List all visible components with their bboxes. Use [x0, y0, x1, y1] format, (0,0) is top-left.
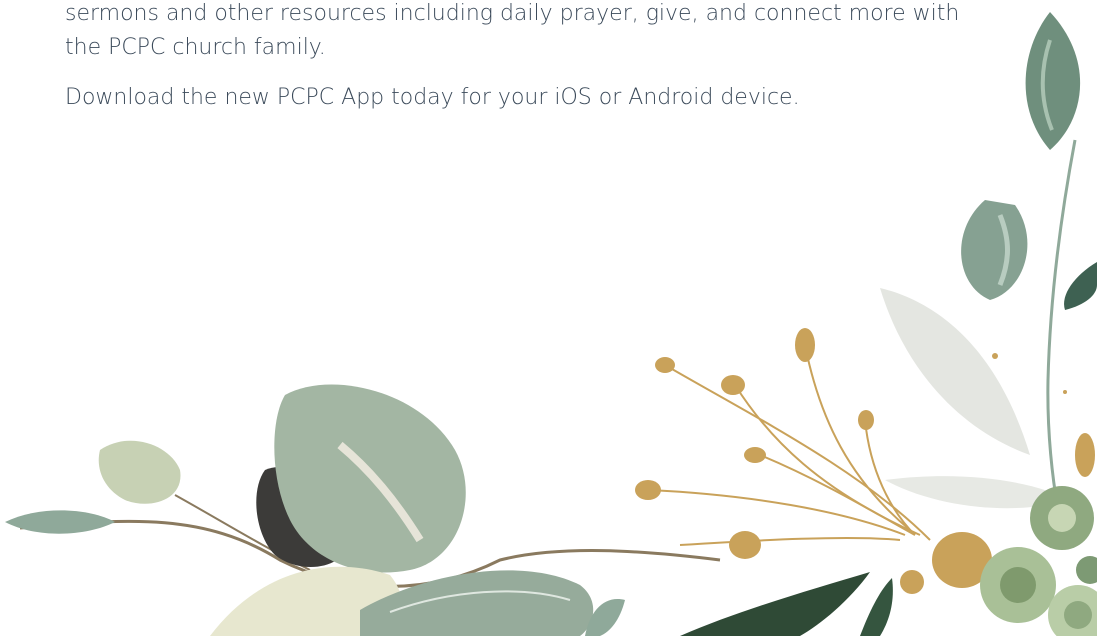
leaf-long-sage: [360, 570, 594, 636]
gold-sprigs: [649, 344, 931, 546]
eucalyptus-and-gold-leaf-icon: [5, 12, 1097, 636]
leaf-right-middle: [961, 200, 1028, 300]
leaf-mist: [880, 288, 1030, 455]
leaf-forest-2: [860, 578, 893, 636]
leaf-small-left: [5, 510, 115, 534]
leaf-far-right: [1064, 262, 1097, 310]
berry-cluster: [980, 486, 1097, 636]
leaf-left-round: [98, 440, 181, 504]
right-stem: [1046, 139, 1077, 521]
leaf-forest-1: [680, 572, 870, 636]
